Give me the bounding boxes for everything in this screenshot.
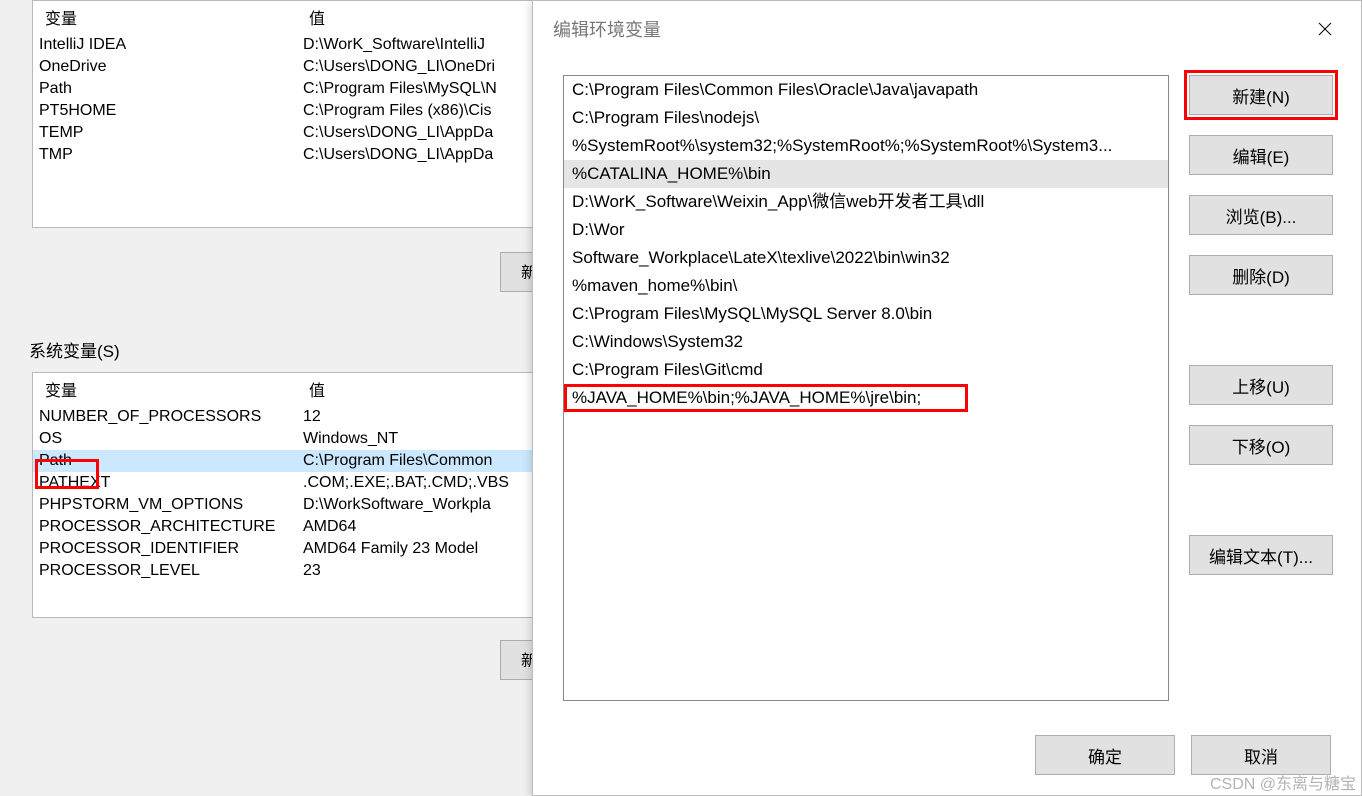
list-item[interactable]: Software_Workplace\LateX\texlive\2022\bi… xyxy=(564,244,1168,272)
list-item[interactable]: C:\Program Files\Common Files\Oracle\Jav… xyxy=(564,76,1168,104)
list-item[interactable]: %JAVA_HOME%\bin;%JAVA_HOME%\jre\bin; xyxy=(564,384,1168,412)
sys-var-name[interactable]: PROCESSOR_LEVEL xyxy=(33,560,297,582)
list-item[interactable]: D:\WorK_Software\Weixin_App\微信web开发者工具\d… xyxy=(564,188,1168,216)
list-item[interactable]: C:\Windows\System32 xyxy=(564,328,1168,356)
user-var-name[interactable]: OneDrive xyxy=(33,56,297,78)
button-column: 新建(N) 编辑(E) 浏览(B)... 删除(D) 上移(U) 下移(O) 编… xyxy=(1189,75,1333,575)
sys-var-name[interactable]: PATHEXT xyxy=(33,472,297,494)
sys-var-name[interactable]: PROCESSOR_IDENTIFIER xyxy=(33,538,297,560)
list-item[interactable]: %maven_home%\bin\ xyxy=(564,272,1168,300)
system-vars-label: 系统变量(S) xyxy=(29,337,120,362)
sys-var-name[interactable]: NUMBER_OF_PROCESSORS xyxy=(33,406,297,428)
dialog-title: 编辑环境变量 xyxy=(553,16,1305,42)
list-item[interactable]: %SystemRoot%\system32;%SystemRoot%;%Syst… xyxy=(564,132,1168,160)
edit-button[interactable]: 编辑(E) xyxy=(1189,135,1333,175)
moveup-button[interactable]: 上移(U) xyxy=(1189,365,1333,405)
dialog-titlebar: 编辑环境变量 xyxy=(533,1,1361,57)
browse-button[interactable]: 浏览(B)... xyxy=(1189,195,1333,235)
movedown-button[interactable]: 下移(O) xyxy=(1189,425,1333,465)
cancel-button[interactable]: 取消 xyxy=(1191,735,1331,775)
new-button[interactable]: 新建(N) xyxy=(1189,75,1333,115)
list-item[interactable]: D:\Wor xyxy=(564,216,1168,244)
user-header-var: 变量 xyxy=(39,3,303,31)
sys-var-name[interactable]: Path xyxy=(33,450,297,472)
edit-env-var-dialog: 编辑环境变量 C:\Program Files\Common Files\Ora… xyxy=(532,0,1362,796)
close-icon xyxy=(1318,22,1332,36)
list-item[interactable]: %CATALINA_HOME%\bin xyxy=(564,160,1168,188)
user-var-name[interactable]: Path xyxy=(33,78,297,100)
list-item[interactable]: C:\Program Files\nodejs\ xyxy=(564,104,1168,132)
sys-var-name[interactable]: OS xyxy=(33,428,297,450)
ok-button[interactable]: 确定 xyxy=(1035,735,1175,775)
dialog-footer: 确定 取消 xyxy=(563,735,1331,775)
user-var-name[interactable]: PT5HOME xyxy=(33,100,297,122)
sys-var-name[interactable]: PROCESSOR_ARCHITECTURE xyxy=(33,516,297,538)
user-var-name[interactable]: TMP xyxy=(33,144,297,166)
sys-var-name[interactable]: PHPSTORM_VM_OPTIONS xyxy=(33,494,297,516)
list-item[interactable]: C:\Program Files\MySQL\MySQL Server 8.0\… xyxy=(564,300,1168,328)
user-var-name[interactable]: IntelliJ IDEA xyxy=(33,34,297,56)
sys-header-var: 变量 xyxy=(39,375,303,403)
list-item[interactable]: C:\Program Files\Git\cmd xyxy=(564,356,1168,384)
delete-button[interactable]: 删除(D) xyxy=(1189,255,1333,295)
path-list-box[interactable]: C:\Program Files\Common Files\Oracle\Jav… xyxy=(563,75,1169,701)
user-var-name[interactable]: TEMP xyxy=(33,122,297,144)
close-button[interactable] xyxy=(1305,9,1345,49)
edittext-button[interactable]: 编辑文本(T)... xyxy=(1189,535,1333,575)
